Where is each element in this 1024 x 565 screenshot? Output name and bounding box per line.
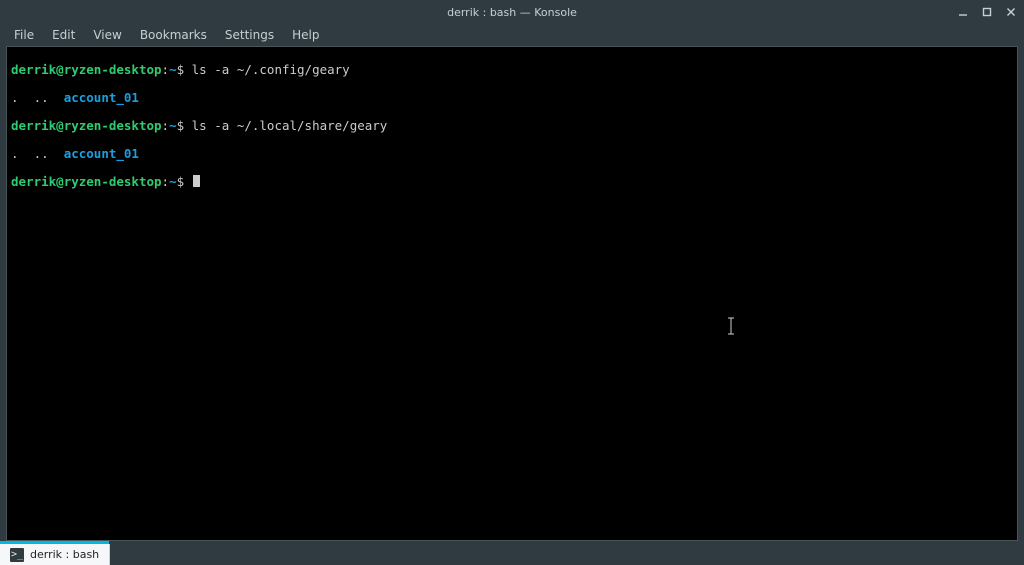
menu-help[interactable]: Help bbox=[284, 26, 327, 44]
terminal[interactable]: derrik@ryzen-desktop:~$ ls -a ~/.config/… bbox=[7, 47, 1017, 540]
terminal-line: derrik@ryzen-desktop:~$ ls -a ~/.config/… bbox=[11, 63, 1013, 77]
minimize-icon bbox=[958, 7, 968, 17]
ls-directory: account_01 bbox=[64, 90, 139, 105]
tab-label: derrik : bash bbox=[30, 548, 99, 561]
menu-edit[interactable]: Edit bbox=[44, 26, 83, 44]
prompt-colon: : bbox=[162, 118, 170, 133]
window-controls bbox=[954, 0, 1020, 24]
close-button[interactable] bbox=[1002, 3, 1020, 21]
terminal-line: derrik@ryzen-desktop:~$ bbox=[11, 175, 1013, 189]
konsole-window: derrik : bash — Konsole File Edit View B… bbox=[0, 0, 1024, 565]
prompt-user: derrik bbox=[11, 118, 56, 133]
menu-view[interactable]: View bbox=[85, 26, 129, 44]
ls-dots: . .. bbox=[11, 90, 64, 105]
close-icon bbox=[1006, 7, 1016, 17]
prompt-host: ryzen-desktop bbox=[64, 174, 162, 189]
prompt-path: ~ bbox=[169, 118, 177, 133]
terminal-line: derrik@ryzen-desktop:~$ ls -a ~/.local/s… bbox=[11, 119, 1013, 133]
menu-bookmarks[interactable]: Bookmarks bbox=[132, 26, 215, 44]
prompt-at: @ bbox=[56, 174, 64, 189]
maximize-button[interactable] bbox=[978, 3, 996, 21]
prompt-host: ryzen-desktop bbox=[64, 62, 162, 77]
ls-directory: account_01 bbox=[64, 146, 139, 161]
command-text: ls -a ~/.config/geary bbox=[192, 62, 350, 77]
minimize-button[interactable] bbox=[954, 3, 972, 21]
menu-settings[interactable]: Settings bbox=[217, 26, 282, 44]
terminal-cursor bbox=[193, 175, 200, 187]
terminal-frame: derrik@ryzen-desktop:~$ ls -a ~/.config/… bbox=[6, 46, 1018, 541]
prompt-path: ~ bbox=[169, 62, 177, 77]
command-text: ls -a ~/.local/share/geary bbox=[192, 118, 388, 133]
prompt-user: derrik bbox=[11, 62, 56, 77]
prompt-sigil: $ bbox=[177, 118, 185, 133]
prompt-path: ~ bbox=[169, 174, 177, 189]
ls-dots: . .. bbox=[11, 146, 64, 161]
prompt-colon: : bbox=[162, 62, 170, 77]
terminal-icon: >_ bbox=[10, 548, 24, 562]
prompt-host: ryzen-desktop bbox=[64, 118, 162, 133]
prompt-sigil: $ bbox=[177, 62, 185, 77]
prompt-at: @ bbox=[56, 62, 64, 77]
maximize-icon bbox=[982, 7, 992, 17]
terminal-line: . .. account_01 bbox=[11, 147, 1013, 161]
menubar: File Edit View Bookmarks Settings Help bbox=[0, 24, 1024, 46]
text-cursor-icon bbox=[666, 303, 736, 352]
prompt-at: @ bbox=[56, 118, 64, 133]
window-title: derrik : bash — Konsole bbox=[447, 6, 577, 19]
prompt-user: derrik bbox=[11, 174, 56, 189]
titlebar: derrik : bash — Konsole bbox=[0, 0, 1024, 24]
tab-active-indicator bbox=[0, 541, 109, 544]
prompt-sigil: $ bbox=[177, 174, 185, 189]
menu-file[interactable]: File bbox=[6, 26, 42, 44]
tab-active[interactable]: >_ derrik : bash bbox=[0, 544, 110, 565]
tabstrip: >_ derrik : bash bbox=[0, 541, 1024, 565]
terminal-line: . .. account_01 bbox=[11, 91, 1013, 105]
prompt-colon: : bbox=[162, 174, 170, 189]
